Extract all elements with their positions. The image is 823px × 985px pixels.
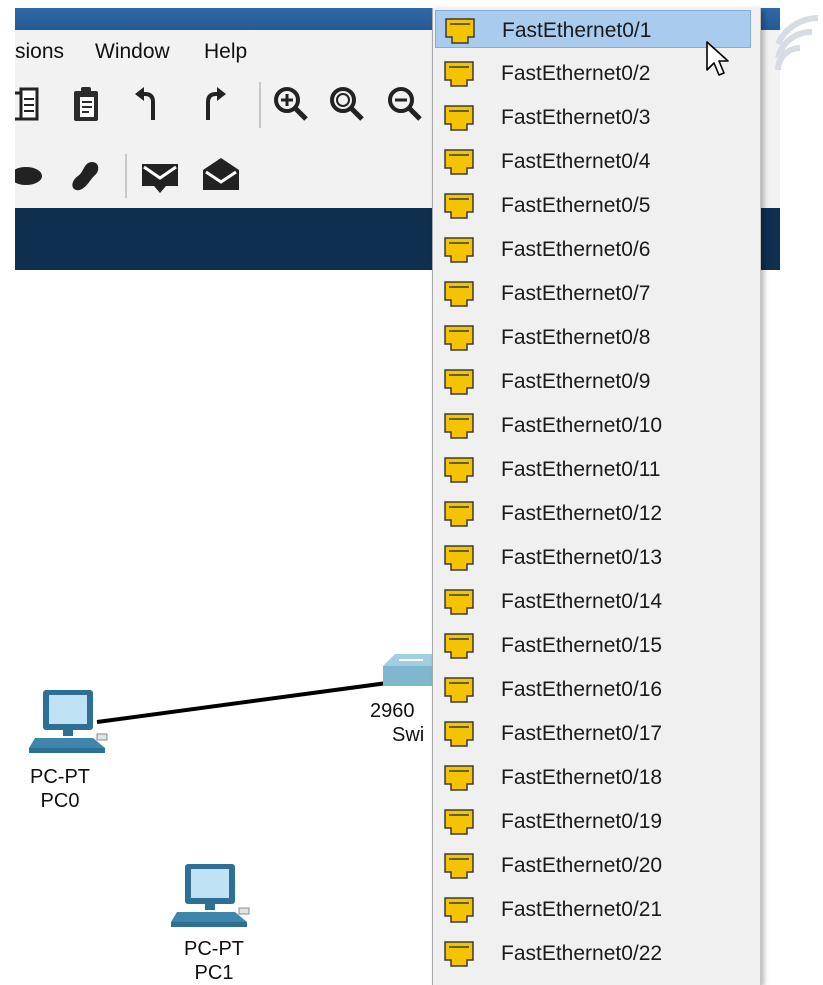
zoom-reset-icon[interactable] [329, 86, 365, 127]
ethernet-port-icon [443, 764, 475, 797]
ethernet-port-icon [443, 544, 475, 577]
ethernet-port-icon [443, 808, 475, 841]
menu-help[interactable]: Help [204, 40, 247, 64]
ethernet-port-icon [443, 632, 475, 665]
menu-extensions[interactable]: sions [15, 40, 64, 64]
port-label: FastEthernet0/17 [501, 722, 663, 745]
port-label: FastEthernet0/2 [501, 62, 651, 85]
port-item[interactable]: FastEthernet0/17 [435, 714, 751, 752]
port-label: FastEthernet0/14 [501, 590, 663, 613]
port-item[interactable]: FastEthernet0/8 [435, 318, 751, 356]
ethernet-port-icon [443, 104, 475, 137]
port-label: FastEthernet0/6 [501, 238, 651, 261]
ethernet-port-icon [443, 236, 475, 269]
ethernet-port-icon [443, 324, 475, 357]
port-item[interactable]: FastEthernet0/5 [435, 186, 751, 224]
port-label: FastEthernet0/5 [501, 194, 651, 217]
pc1-computer-icon[interactable] [169, 860, 253, 937]
port-item[interactable]: FastEthernet0/14 [435, 582, 751, 620]
port-item[interactable]: FastEthernet0/2 [435, 54, 751, 92]
complex-pdu-icon[interactable] [201, 156, 241, 197]
ethernet-port-icon [443, 60, 475, 93]
port-item[interactable]: FastEthernet0/3 [435, 98, 751, 136]
port-label: FastEthernet0/22 [501, 942, 663, 965]
ethernet-port-icon [443, 896, 475, 929]
port-item[interactable]: FastEthernet0/7 [435, 274, 751, 312]
port-label: FastEthernet0/7 [501, 282, 651, 305]
menu-window[interactable]: Window [95, 40, 170, 64]
port-item[interactable]: FastEthernet0/9 [435, 362, 751, 400]
port-label: FastEthernet0/20 [501, 854, 663, 877]
simple-pdu-icon[interactable] [140, 160, 180, 199]
ethernet-port-icon [443, 852, 475, 885]
port-item[interactable]: FastEthernet0/20 [435, 846, 751, 884]
port-label: FastEthernet0/16 [501, 678, 663, 701]
ethernet-link-pc0-switch [96, 681, 388, 724]
pc0-computer-icon[interactable] [27, 686, 111, 763]
zoom-out-icon[interactable] [387, 86, 423, 127]
port-label: FastEthernet0/8 [501, 326, 651, 349]
port-item[interactable]: FastEthernet0/15 [435, 626, 751, 664]
ellipse-tool-icon[interactable] [15, 166, 43, 191]
ethernet-port-icon [443, 192, 475, 225]
switch-icon[interactable] [379, 650, 439, 699]
port-item[interactable]: FastEthernet0/21 [435, 890, 751, 928]
port-label: FastEthernet0/3 [501, 106, 651, 129]
ethernet-port-icon [443, 368, 475, 401]
port-label: FastEthernet0/12 [501, 502, 663, 525]
port-label: FastEthernet0/4 [501, 150, 651, 173]
port-item[interactable]: FastEthernet0/4 [435, 142, 751, 180]
toolbar-separator [259, 82, 261, 128]
ethernet-port-icon [443, 720, 475, 753]
ethernet-port-icon [443, 500, 475, 533]
ethernet-port-icon [443, 280, 475, 313]
port-item[interactable]: FastEthernet0/13 [435, 538, 751, 576]
switch-model-label: 2960 [370, 700, 415, 722]
toolbar-separator [125, 154, 127, 198]
port-item[interactable]: FastEthernet0/22 [435, 934, 751, 972]
port-item[interactable]: FastEthernet0/19 [435, 802, 751, 840]
zoom-in-icon[interactable] [273, 86, 309, 127]
ethernet-port-icon [443, 588, 475, 621]
port-item[interactable]: FastEthernet0/1 [435, 10, 751, 48]
pc0-name-label: PC0 [40, 790, 80, 812]
ethernet-port-icon [443, 676, 475, 709]
port-label: FastEthernet0/21 [501, 898, 663, 921]
undo-icon[interactable] [133, 86, 163, 129]
port-label: FastEthernet0/11 [501, 458, 661, 481]
port-selection-dropdown[interactable]: FastEthernet0/1 FastEthernet0/2 FastEthern… [432, 8, 761, 985]
clipboard-icon[interactable] [71, 85, 101, 128]
wifi-signal-icon [772, 14, 820, 89]
ethernet-port-icon [443, 940, 475, 973]
pc1-model-label: PC-PT [184, 938, 244, 960]
port-label: FastEthernet0/15 [501, 634, 663, 657]
port-label: FastEthernet0/19 [501, 810, 663, 833]
redo-icon[interactable] [198, 86, 228, 129]
port-item[interactable]: FastEthernet0/18 [435, 758, 751, 796]
freeform-tool-icon[interactable] [70, 158, 102, 199]
port-item[interactable]: FastEthernet0/16 [435, 670, 751, 708]
port-item[interactable]: FastEthernet0/6 [435, 230, 751, 268]
port-label: FastEthernet0/18 [501, 766, 663, 789]
pc0-model-label: PC-PT [30, 766, 90, 788]
ethernet-port-icon [443, 412, 475, 445]
mouse-cursor-icon [705, 40, 731, 83]
ethernet-port-icon [444, 17, 476, 50]
port-label: FastEthernet0/13 [501, 546, 663, 569]
ethernet-port-icon [443, 148, 475, 181]
ethernet-port-icon [443, 456, 475, 489]
port-item[interactable]: FastEthernet0/11 [435, 450, 751, 488]
pc1-name-label: PC1 [194, 962, 234, 984]
port-item[interactable]: FastEthernet0/12 [435, 494, 751, 532]
port-label: FastEthernet0/1 [502, 19, 652, 42]
port-item[interactable]: FastEthernet0/10 [435, 406, 751, 444]
port-label: FastEthernet0/10 [501, 414, 663, 437]
port-label: FastEthernet0/9 [501, 370, 651, 393]
paste-icon[interactable] [15, 87, 39, 128]
